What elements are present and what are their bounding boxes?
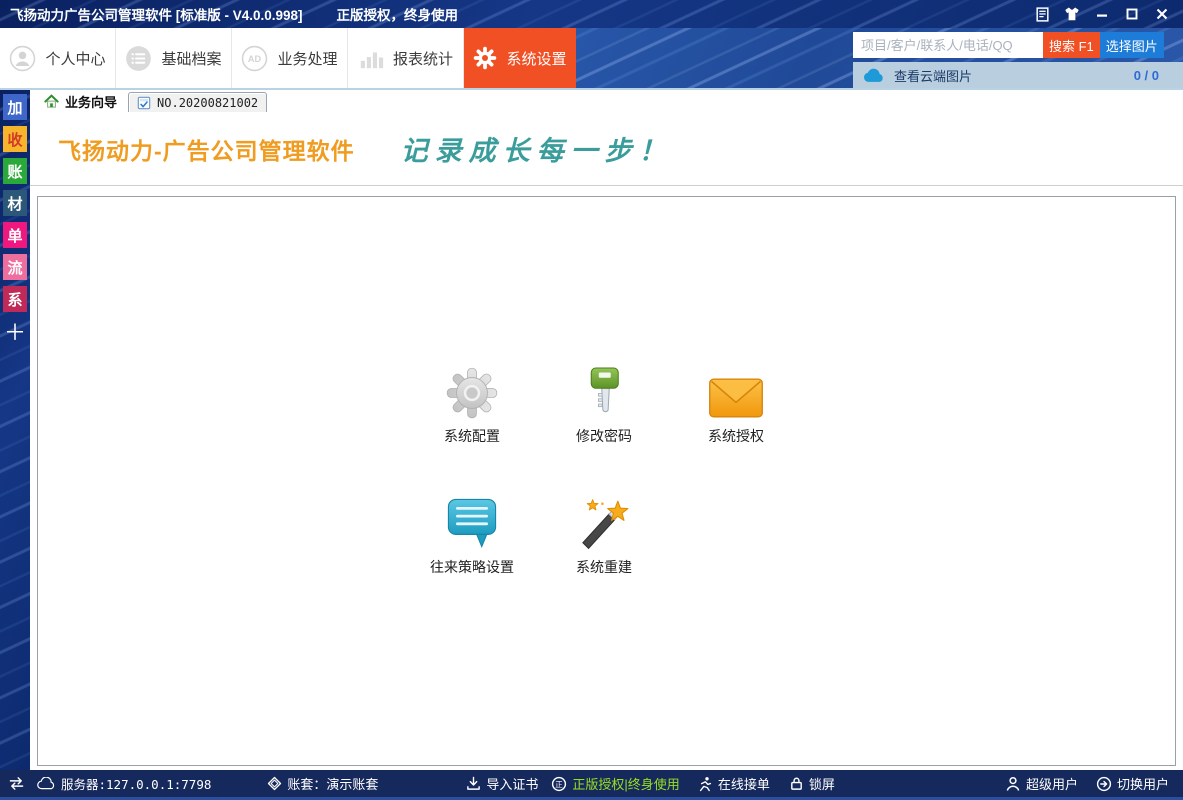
switch-arrow-icon <box>1096 776 1112 792</box>
nav-item-business-processing[interactable]: AD 业务处理 <box>232 28 348 88</box>
title-bar: 飞扬动力广告公司管理软件 [标准版 - V4.0.0.998] 正版授权，终身使… <box>0 0 1183 28</box>
nav-label: 个人中心 <box>45 48 105 69</box>
window-controls <box>1027 2 1177 26</box>
nav-item-report-statistics[interactable]: 报表统计 <box>348 28 464 88</box>
status-bar: 服务器:127.0.0.1:7798 账套：演示账套 导入证书 正 正版授权|终… <box>0 770 1183 800</box>
license-badge-icon: 正 <box>551 776 567 792</box>
close-button[interactable] <box>1147 2 1177 26</box>
tab-bar: 业务向导 NO.20200821002 <box>30 90 1183 112</box>
current-user-label: 超级用户 <box>1026 774 1078 793</box>
lock-screen[interactable]: 锁屏 <box>789 774 835 793</box>
envelope-icon <box>708 365 764 419</box>
maximize-button[interactable] <box>1117 2 1147 26</box>
speech-bubble-icon <box>446 496 498 550</box>
current-user[interactable]: 超级用户 <box>1005 774 1078 793</box>
wizard-item-label: 系统配置 <box>444 426 500 446</box>
account-set: 账套：演示账套 <box>267 774 378 793</box>
nav-label: 基础档案 <box>161 48 221 69</box>
search-input[interactable] <box>853 32 1043 58</box>
license-status: 正 正版授权|终身使用 <box>551 774 679 793</box>
sidebar-item-account[interactable]: 账 <box>3 158 27 184</box>
form-icon <box>137 96 151 110</box>
server-status: 服务器:127.0.0.1:7798 <box>37 774 211 793</box>
wizard-item-label: 往来策略设置 <box>430 557 514 577</box>
main-content: 业务向导 NO.20200821002 飞扬动力-广告公司管理软件 记录成长每一… <box>30 90 1183 770</box>
svg-text:正: 正 <box>556 780 564 789</box>
sidebar-item-material[interactable]: 材 <box>3 190 27 216</box>
gear-gray-icon <box>446 365 498 419</box>
sidebar-add-button[interactable]: ＋ <box>3 318 27 344</box>
wizard-grid: 系统配置 修改密码 <box>406 365 802 577</box>
wizard-item-label: 修改密码 <box>576 426 632 446</box>
running-person-icon <box>697 776 713 792</box>
quick-sidebar: 加 收 账 材 单 流 系 ＋ <box>0 90 30 770</box>
sidebar-item-receive[interactable]: 收 <box>3 126 27 152</box>
release-notes-icon[interactable] <box>1027 2 1057 26</box>
lock-icon <box>789 776 804 791</box>
list-circle-icon <box>125 45 152 72</box>
sidebar-item-system[interactable]: 系 <box>3 286 27 312</box>
lock-screen-label: 锁屏 <box>809 774 835 793</box>
minimize-button[interactable] <box>1087 2 1117 26</box>
import-certificate[interactable]: 导入证书 <box>466 774 538 793</box>
wizard-item-change-password[interactable]: 修改密码 <box>538 365 670 446</box>
download-icon <box>466 776 481 791</box>
switch-user-label: 切换用户 <box>1117 774 1169 793</box>
search-area: 搜索 F1 选择图片 <box>853 32 1164 58</box>
search-button[interactable]: 搜索 F1 <box>1043 32 1100 58</box>
cloud-image-count: 0 / 0 <box>1134 68 1173 83</box>
key-icon <box>580 365 628 419</box>
wizard-item-label: 系统授权 <box>708 426 764 446</box>
nav-label: 报表统计 <box>393 48 453 69</box>
online-orders[interactable]: 在线接单 <box>697 774 770 793</box>
wizard-item-system-license[interactable]: 系统授权 <box>670 365 802 446</box>
cloud-bar-label: 查看云端图片 <box>894 66 972 85</box>
wizard-item-system-config[interactable]: 系统配置 <box>406 365 538 446</box>
nav-item-system-settings[interactable]: 系统设置 <box>464 28 576 88</box>
home-icon <box>44 94 59 109</box>
brand-logo-text: 飞扬动力-广告公司管理软件 <box>58 132 355 166</box>
nav-item-basic-archives[interactable]: 基础档案 <box>116 28 232 88</box>
bar-chart-icon <box>358 45 384 71</box>
wizard-item-contact-policy[interactable]: 往来策略设置 <box>406 496 538 577</box>
gear-icon <box>473 46 497 70</box>
sidebar-item-order[interactable]: 单 <box>3 222 27 248</box>
sync-icon[interactable] <box>8 776 25 791</box>
server-address: 服务器:127.0.0.1:7798 <box>61 774 211 793</box>
brand-slogan: 记录成长每一步！ <box>401 129 673 168</box>
cloud-outline-icon <box>37 777 56 790</box>
wizard-panel: 系统配置 修改密码 <box>37 196 1176 766</box>
wizard-item-label: 系统重建 <box>576 557 632 577</box>
tab-label: 业务向导 <box>65 92 117 111</box>
switch-user[interactable]: 切换用户 <box>1096 774 1169 793</box>
main-nav: 个人中心 基础档案 AD 业务处理 报表统计 <box>0 28 1183 88</box>
nav-label: 系统设置 <box>506 48 566 69</box>
nav-label: 业务处理 <box>277 48 337 69</box>
view-cloud-images-bar[interactable]: 查看云端图片 0 / 0 <box>853 62 1183 88</box>
user-icon <box>1005 776 1021 792</box>
tab-label: NO.20200821002 <box>157 96 258 110</box>
title-license-note: 正版授权，终身使用 <box>337 4 459 24</box>
select-image-button[interactable]: 选择图片 <box>1100 32 1164 58</box>
app-window: 飞扬动力广告公司管理软件 [标准版 - V4.0.0.998] 正版授权，终身使… <box>0 0 1183 800</box>
magic-wand-icon <box>578 496 630 550</box>
account-name: 账套：演示账套 <box>287 774 378 793</box>
online-orders-label: 在线接单 <box>718 774 770 793</box>
tab-business-wizard[interactable]: 业务向导 <box>35 90 126 112</box>
tag-icon <box>267 776 282 791</box>
cloud-icon <box>863 68 885 83</box>
sidebar-item-add[interactable]: 加 <box>3 94 27 120</box>
import-cert-label: 导入证书 <box>486 774 538 793</box>
wizard-item-system-rebuild[interactable]: 系统重建 <box>538 496 670 577</box>
license-label: 正版授权|终身使用 <box>572 774 679 793</box>
ad-circle-icon: AD <box>241 45 268 72</box>
sidebar-item-flow[interactable]: 流 <box>3 254 27 280</box>
brand-banner: 飞扬动力-广告公司管理软件 记录成长每一步！ <box>30 112 1183 186</box>
nav-item-personal-center[interactable]: 个人中心 <box>0 28 116 88</box>
svg-text:AD: AD <box>248 53 262 63</box>
tab-order-20200821002[interactable]: NO.20200821002 <box>128 92 267 112</box>
skin-theme-icon[interactable] <box>1057 2 1087 26</box>
user-circle-icon <box>9 45 36 72</box>
window-title: 飞扬动力广告公司管理软件 [标准版 - V4.0.0.998] <box>10 4 303 24</box>
